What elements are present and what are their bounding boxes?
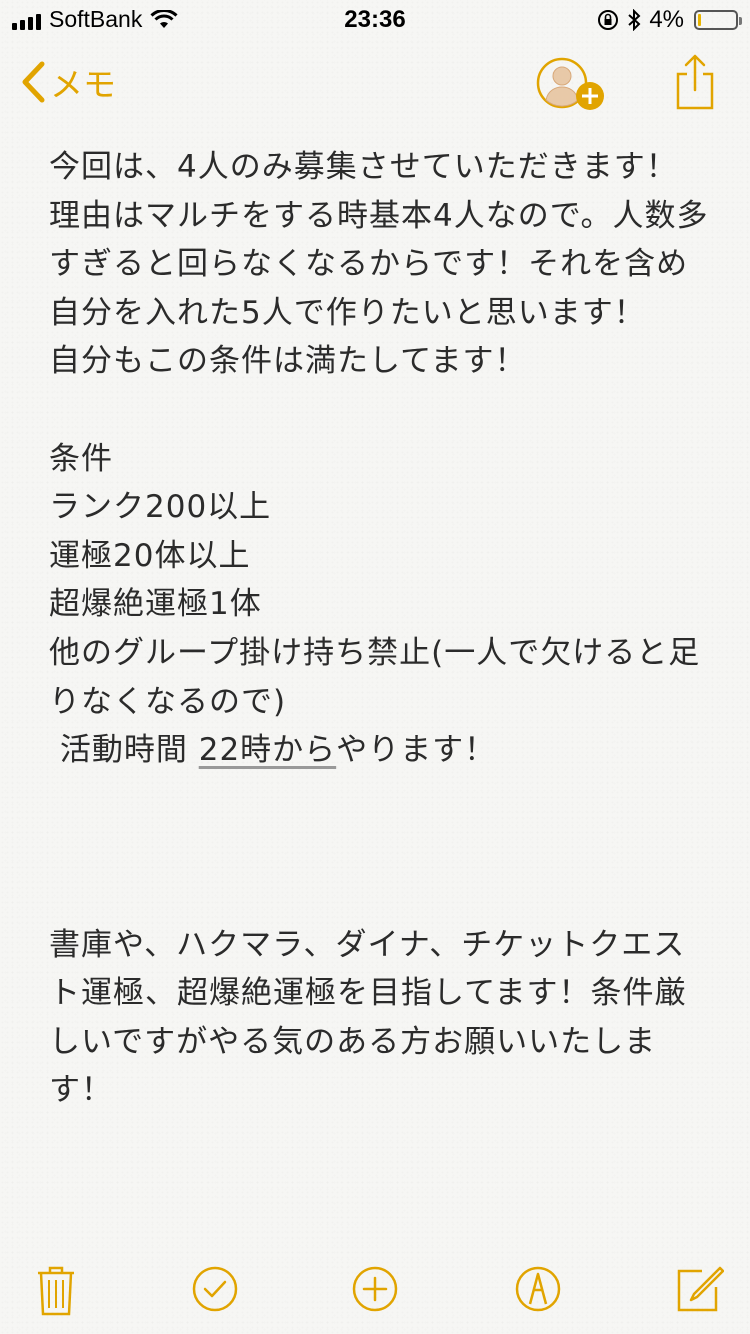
blank-lines [49,775,709,921]
activity-prefix: 活動時間 [49,732,199,769]
back-label: メモ [50,65,116,104]
markup-icon [515,1266,561,1312]
activity-suffix: やります！ [336,732,497,769]
battery-icon [694,10,742,30]
status-right: 4% [597,6,742,34]
chevron-left-icon [22,61,45,103]
add-person-icon [536,57,604,110]
condition-super-bakuzetsu: 超爆絶運極1体 [49,586,262,623]
checklist-button[interactable] [192,1266,238,1316]
note-body[interactable]: 今回は、4人のみ募集させていただきます！ 理由はマルチをする時基本4人なので。人… [49,143,709,1115]
battery-percent: 4% [649,6,684,33]
add-button[interactable] [352,1266,398,1316]
condition-no-other-groups: 他のグループ掛け持ち禁止(一人で欠けると足りなくなるので) [49,634,701,720]
delete-button[interactable] [36,1263,76,1321]
activity-time-line: 活動時間 22時からやります！ [49,726,709,775]
activity-time-link[interactable]: 22時から [199,732,336,768]
share-button[interactable] [675,52,715,116]
conditions-title: 条件 [49,440,113,477]
bottom-toolbar [0,1255,750,1325]
condition-unkyoku: 運極20体以上 [49,537,251,574]
trash-icon [38,1266,74,1316]
add-icon [352,1266,398,1312]
share-icon [676,54,714,110]
note-paragraph-goals: 書庫や、ハクマラ、ダイナ、チケットクエスト運極、超爆絶運極を目指してます！条件厳… [49,926,687,1109]
checklist-icon [192,1266,238,1312]
condition-rank: ランク200以上 [49,489,272,526]
orientation-lock-icon [598,10,619,30]
status-bar: SoftBank 23:36 4% [0,0,750,40]
add-person-button[interactable] [534,56,608,120]
note-paragraph-intro: 今回は、4人のみ募集させていただきます！ 理由はマルチをする時基本4人なので。人… [49,149,709,380]
markup-button[interactable] [514,1266,562,1316]
compose-button[interactable] [676,1265,725,1317]
bluetooth-icon [628,9,641,31]
navigation-bar: メモ [0,52,750,116]
compose-icon [677,1266,725,1312]
back-button[interactable]: メモ [20,58,116,106]
